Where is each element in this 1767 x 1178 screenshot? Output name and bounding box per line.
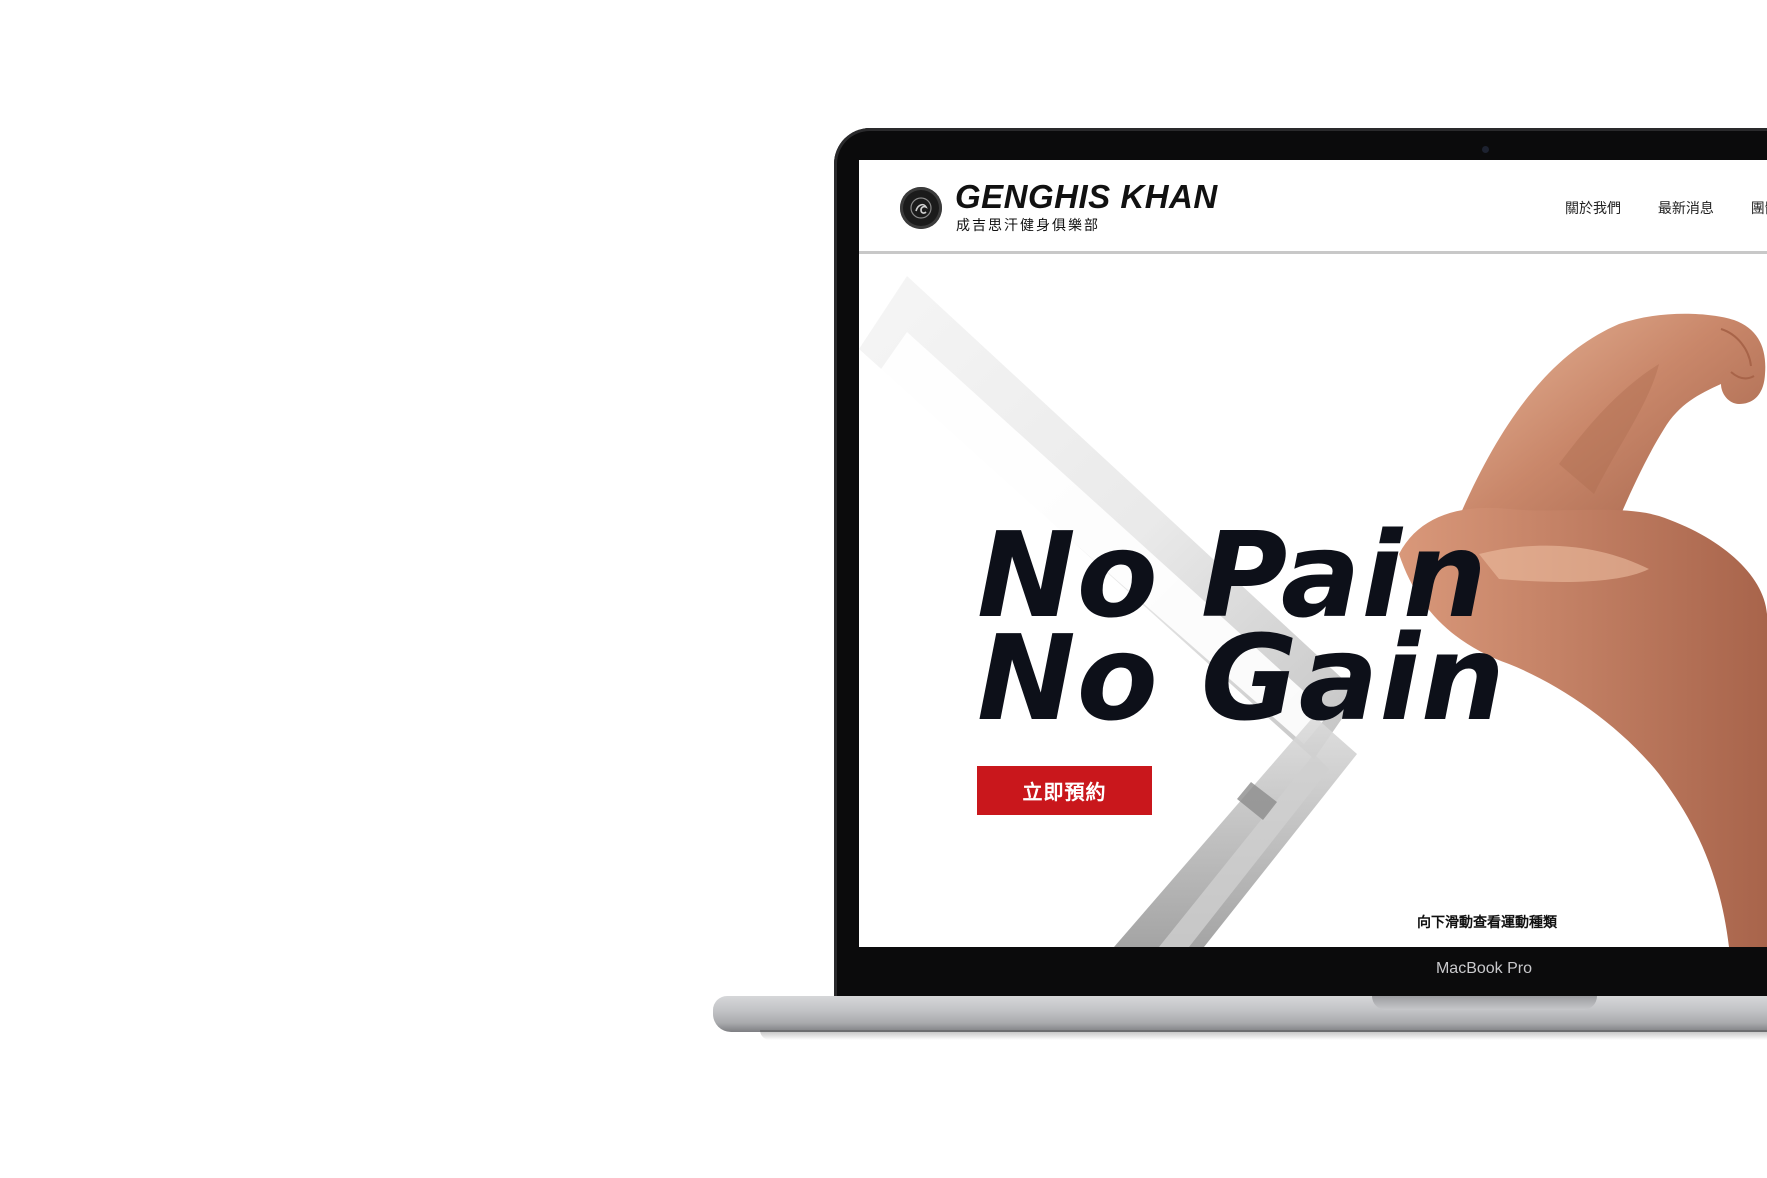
laptop-base-notch xyxy=(1372,996,1597,1010)
camera-dot xyxy=(1482,146,1489,153)
hero-section: No Pain No Gain 立即預約 向下滑動查看運動種類 xyxy=(859,254,1767,947)
book-now-button[interactable]: 立即預約 xyxy=(977,766,1152,815)
headline-line-2: No Gain xyxy=(977,609,1506,747)
laptop-screen: GENGHIS KHAN 成吉思汗健身俱樂部 關於我們 最新消息 團體 xyxy=(859,160,1767,947)
logo-subtitle: 成吉思汗健身俱樂部 xyxy=(956,217,1100,233)
laptop-base xyxy=(713,996,1767,1032)
laptop-model-label: MacBook Pro xyxy=(1435,960,1533,977)
nav-item-news[interactable]: 最新消息 xyxy=(1658,198,1714,218)
nav-item-group[interactable]: 團體 xyxy=(1751,198,1767,218)
hero-headline: No Pain No Gain xyxy=(977,516,1506,747)
emblem-glyph-icon xyxy=(910,197,932,219)
logo-emblem-icon[interactable] xyxy=(900,187,942,229)
nav-item-about[interactable]: 關於我們 xyxy=(1565,198,1621,218)
main-nav: 關於我們 最新消息 團體 xyxy=(1565,198,1767,218)
site-header: GENGHIS KHAN 成吉思汗健身俱樂部 關於我們 最新消息 團體 xyxy=(859,160,1767,254)
scroll-hint[interactable]: 向下滑動查看運動種類 xyxy=(1417,912,1557,932)
laptop-base-shadow xyxy=(760,1030,1767,1040)
logo-title[interactable]: GENGHIS KHAN xyxy=(955,178,1218,216)
stage: MacBook Pro GENGHIS KHAN 成吉思汗健身俱樂部 關於我們 … xyxy=(0,0,1767,1178)
